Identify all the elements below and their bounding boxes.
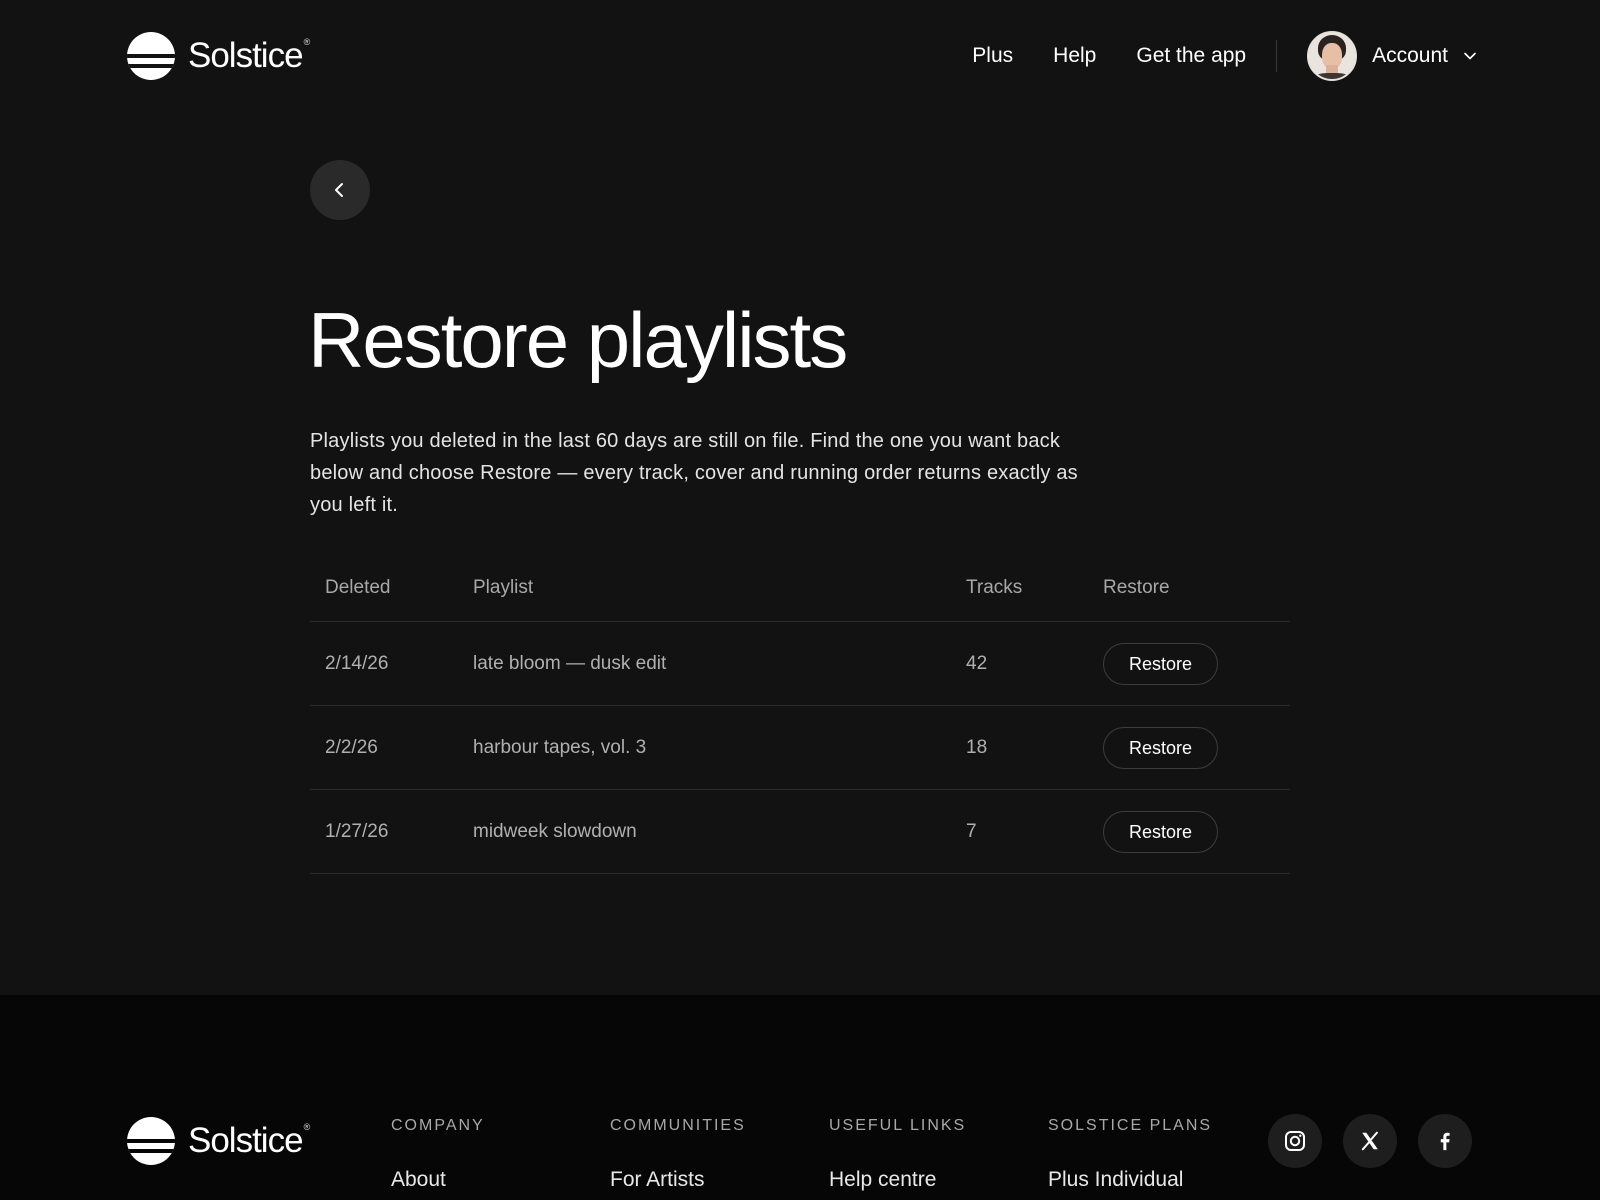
footer-heading: SOLSTICE PLANS: [1048, 1117, 1213, 1134]
playlist-name: midweek slowdown: [473, 820, 637, 842]
site-header: Solstice ® Plus Help Get the app Account: [0, 0, 1600, 112]
footer-heading: COMMUNITIES: [610, 1117, 746, 1134]
footer-link-for-artists[interactable]: For Artists: [610, 1167, 746, 1193]
brand-logo[interactable]: Solstice ®: [127, 30, 310, 82]
track-count: 18: [966, 736, 988, 758]
playlist-name: late bloom — dusk edit: [473, 652, 667, 674]
restore-button[interactable]: Restore: [1103, 642, 1219, 685]
footer-brand-name: Solstice: [188, 1121, 304, 1160]
solstice-logo-icon: [127, 32, 175, 80]
avatar: [1307, 31, 1358, 81]
footer-column-solstice-plans: SOLSTICE PLANS Plus Individual: [1048, 1115, 1212, 1193]
account-menu[interactable]: Account: [1307, 31, 1478, 81]
column-header-restore: Restore: [1103, 576, 1170, 598]
nav-link-plus[interactable]: Plus: [972, 44, 1013, 68]
table-row: 1/27/26 midweek slowdown 7 Restore: [310, 790, 1290, 874]
deleted-playlists-table: Deleted Playlist Tracks Restore 2/14/26 …: [310, 554, 1290, 874]
account-label: Account: [1372, 44, 1448, 67]
instagram-button[interactable]: [1268, 1114, 1322, 1168]
nav-link-get-the-app[interactable]: Get the app: [1136, 44, 1246, 68]
footer-link-help-centre[interactable]: Help centre: [829, 1167, 966, 1193]
footer-link-plus-individual[interactable]: Plus Individual: [1048, 1167, 1212, 1193]
deleted-date: 1/27/26: [325, 820, 389, 842]
table-header: Deleted Playlist Tracks Restore: [310, 554, 1290, 622]
playlist-name: harbour tapes, vol. 3: [473, 736, 647, 758]
facebook-icon: [1440, 1132, 1450, 1151]
deleted-date: 2/14/26: [325, 652, 389, 674]
x-icon: [1361, 1131, 1378, 1151]
chevron-left-icon: [335, 183, 343, 197]
footer-brand-logo[interactable]: Solstice ®: [127, 1115, 310, 1167]
registered-mark: ®: [303, 37, 311, 47]
instagram-icon: [1285, 1131, 1305, 1151]
intro-text: Playlists you deleted in the last 60 day…: [310, 430, 1078, 516]
footer-heading: USEFUL LINKS: [829, 1117, 967, 1134]
footer-column-useful-links: USEFUL LINKS Help centre: [829, 1115, 966, 1193]
footer-column-communities: COMMUNITIES For Artists: [610, 1115, 746, 1193]
solstice-logo-icon: [127, 1117, 175, 1165]
nav-link-help[interactable]: Help: [1053, 44, 1096, 68]
track-count: 42: [966, 652, 988, 674]
main-nav: Plus Help Get the app Account: [972, 28, 1478, 84]
chevron-down-icon: [1464, 52, 1476, 60]
footer-link-about[interactable]: About: [391, 1167, 485, 1193]
table-row: 2/14/26 late bloom — dusk edit 42 Restor…: [310, 622, 1290, 706]
site-footer: Solstice ® COMPANY About COMMUNITIES For…: [0, 995, 1600, 1200]
column-header-deleted: Deleted: [325, 576, 391, 598]
column-header-playlist: Playlist: [473, 576, 534, 598]
page-title: Restore playlists: [308, 296, 848, 384]
facebook-button[interactable]: [1418, 1114, 1472, 1168]
footer-column-company: COMPANY About: [391, 1115, 485, 1193]
footer-heading: COMPANY: [391, 1117, 485, 1134]
back-button[interactable]: [310, 160, 370, 220]
table-row: 2/2/26 harbour tapes, vol. 3 18 Restore: [310, 706, 1290, 790]
nav-divider: [1276, 40, 1278, 72]
restore-button[interactable]: Restore: [1103, 726, 1219, 769]
registered-mark: ®: [303, 1122, 311, 1132]
restore-button[interactable]: Restore: [1103, 810, 1219, 853]
brand-name: Solstice: [188, 36, 304, 75]
x-button[interactable]: [1343, 1114, 1397, 1168]
track-count: 7: [966, 820, 977, 842]
column-header-tracks: Tracks: [966, 576, 1023, 598]
deleted-date: 2/2/26: [325, 736, 378, 758]
